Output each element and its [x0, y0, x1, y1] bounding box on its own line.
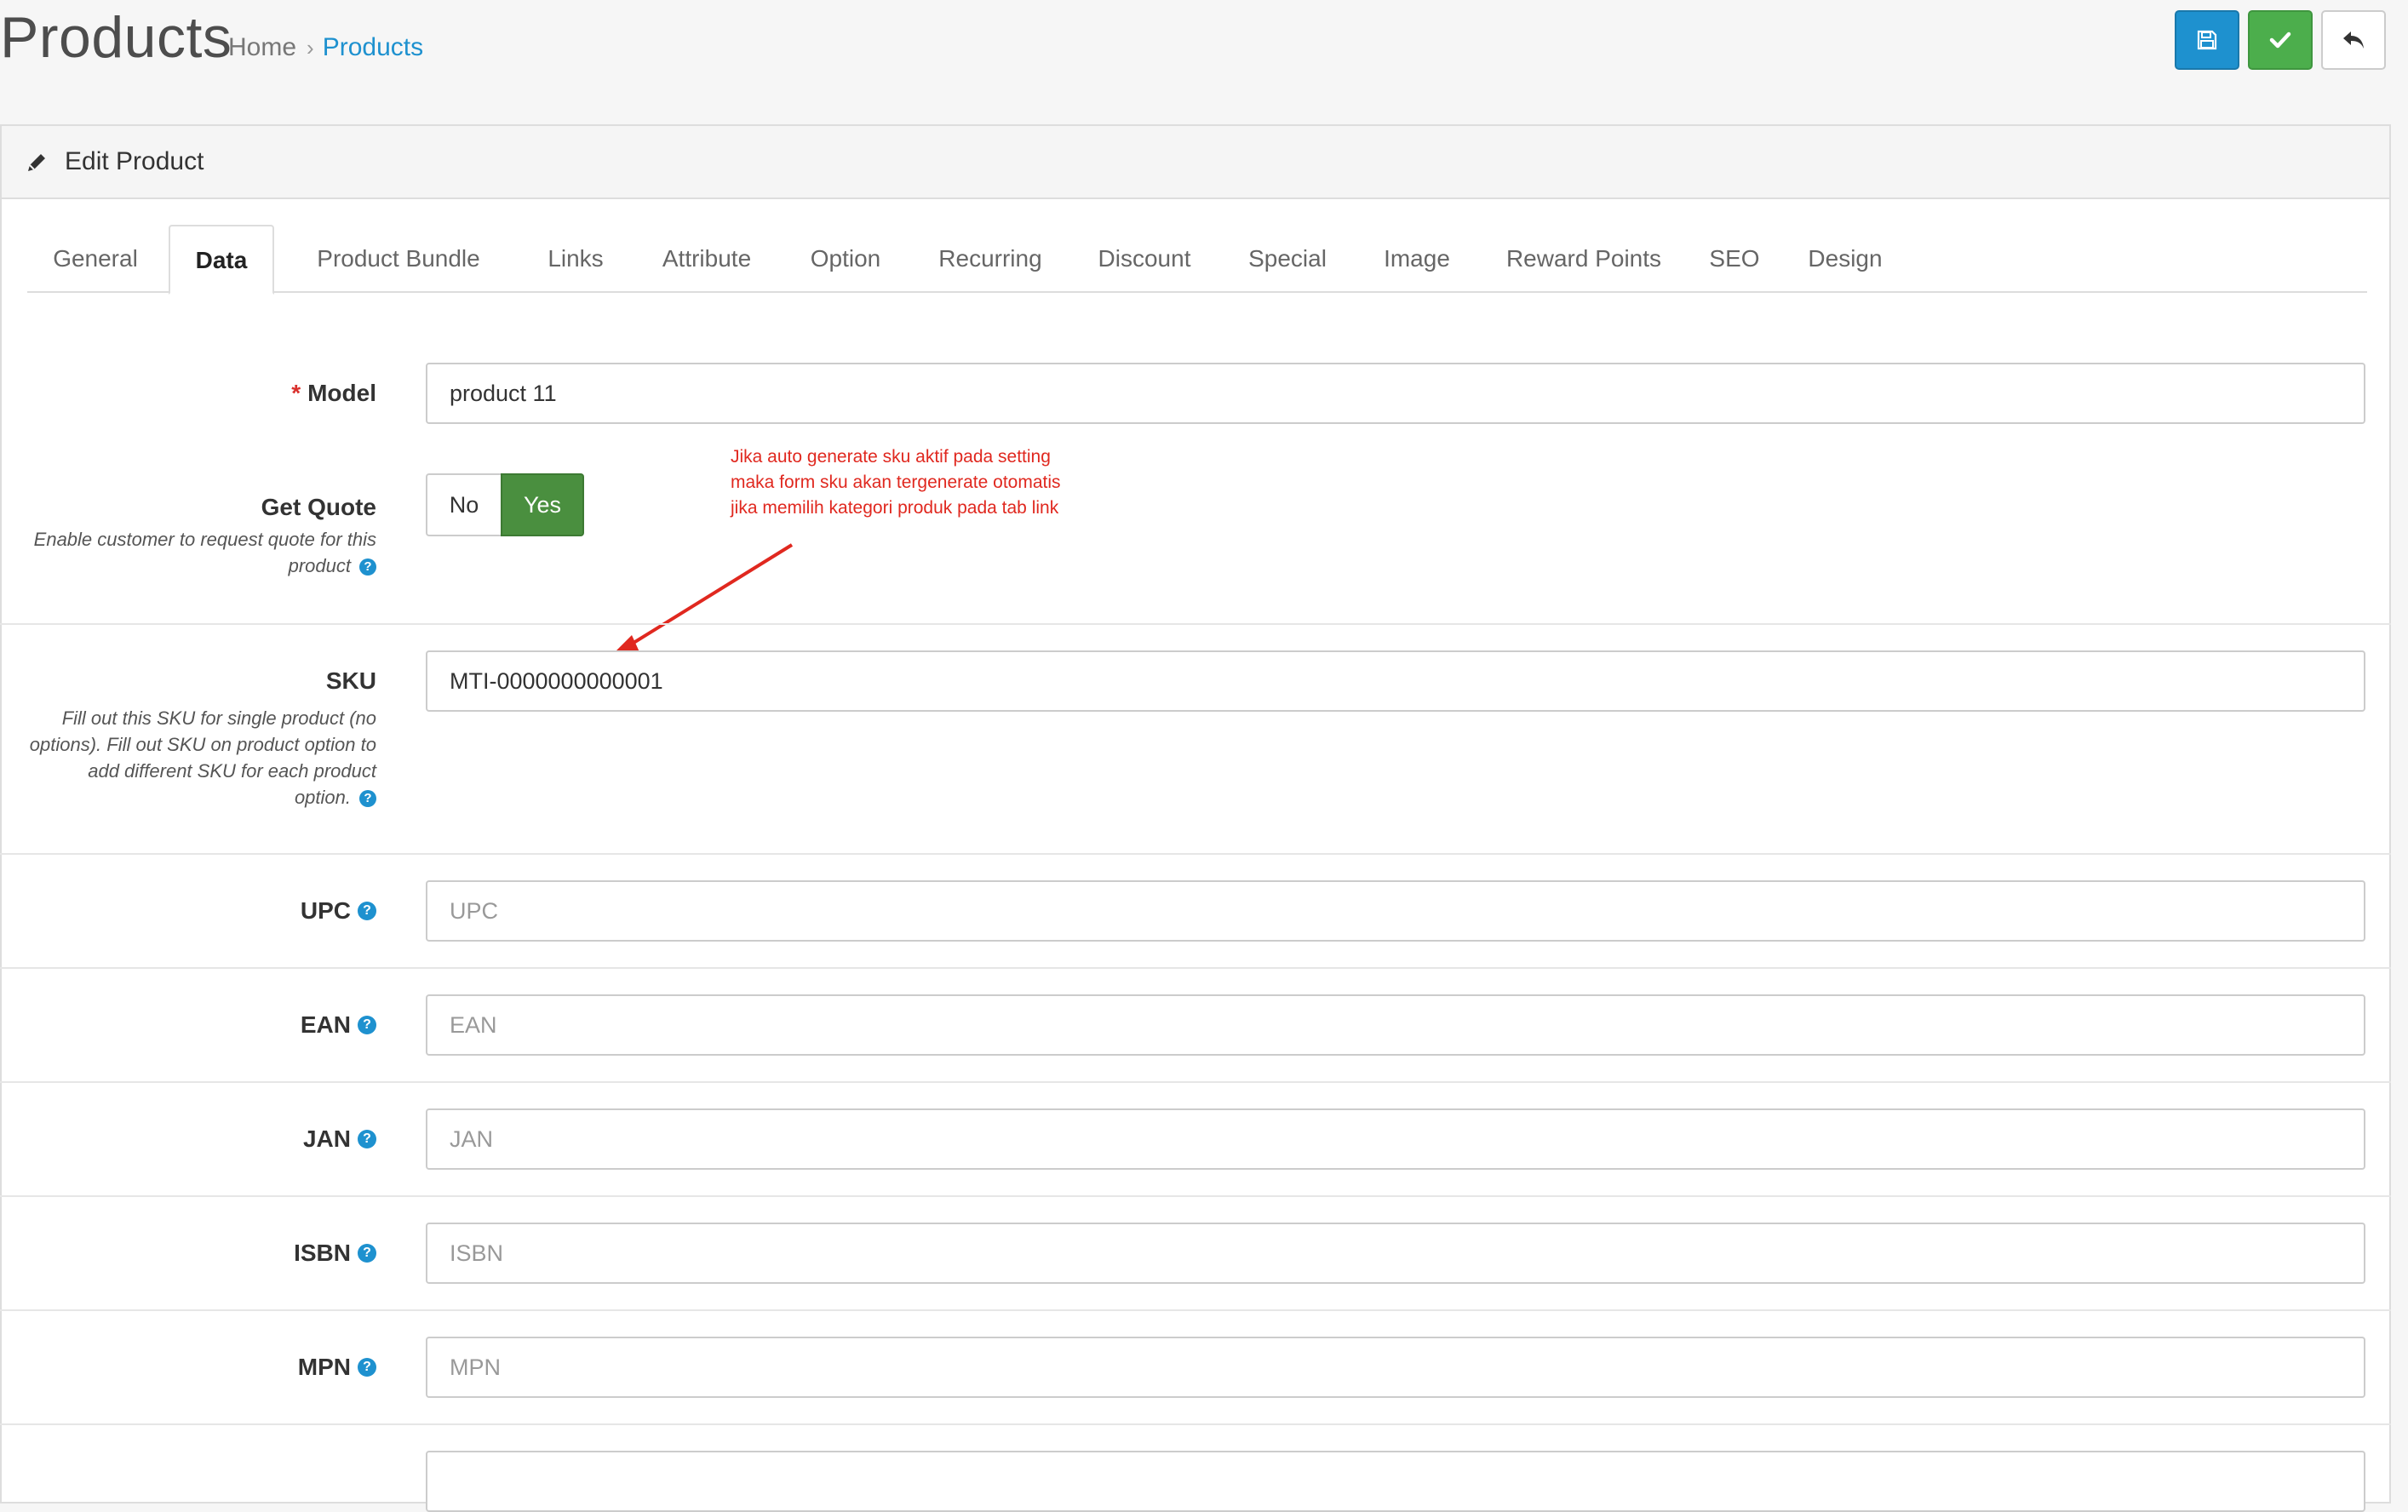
page-title: Products: [0, 5, 232, 70]
help-line: options). Fill out SKU on product option…: [29, 734, 376, 755]
question-circle-icon[interactable]: ?: [358, 1015, 376, 1034]
upc-input[interactable]: [426, 880, 2365, 942]
get-quote-no-button[interactable]: No: [426, 473, 501, 536]
tab-general[interactable]: General: [27, 225, 163, 293]
tab-bar: General Data Product Bundle Links Attrib…: [27, 225, 2367, 295]
tab-seo[interactable]: SEO: [1688, 225, 1781, 293]
panel-title: Edit Product: [65, 147, 204, 175]
tab-option[interactable]: Option: [782, 225, 909, 293]
pencil-icon: [28, 154, 45, 171]
jan-label-text: JAN: [302, 1125, 351, 1152]
sku-label: SKU: [325, 667, 376, 694]
row-divider: [0, 623, 2391, 625]
get-quote-yes-button[interactable]: Yes: [501, 473, 584, 536]
get-quote-help: Enable customer to request quote for thi…: [34, 526, 376, 579]
question-circle-icon[interactable]: ?: [359, 790, 376, 808]
reply-icon: [2343, 32, 2364, 49]
row-divider: [0, 1081, 2391, 1083]
annotation-line: maka form sku akan tergenerate otomatis: [731, 472, 1061, 492]
row-divider: [0, 1423, 2391, 1425]
mpn-input[interactable]: [426, 1337, 2365, 1398]
required-marker: *: [291, 380, 301, 406]
breadcrumb-separator: ›: [307, 35, 314, 60]
model-input[interactable]: [426, 363, 2365, 424]
edit-product-panel: Edit Product General Data Product Bundle…: [0, 124, 2391, 1503]
back-button[interactable]: [2321, 10, 2386, 70]
tab-recurring[interactable]: Recurring: [913, 225, 1068, 293]
ean-label-text: EAN: [300, 1011, 351, 1038]
tab-data[interactable]: Data: [169, 225, 274, 295]
isbn-input[interactable]: [426, 1223, 2365, 1284]
tab-links[interactable]: Links: [521, 225, 630, 293]
breadcrumb-home-link[interactable]: Home: [228, 31, 296, 65]
question-circle-icon[interactable]: ?: [358, 1129, 376, 1148]
breadcrumb-products-link[interactable]: Products: [323, 31, 423, 65]
tab-design[interactable]: Design: [1783, 225, 1907, 293]
help-line: product: [288, 555, 351, 576]
help-line: Enable customer to request quote for thi…: [33, 529, 376, 550]
jan-input[interactable]: [426, 1108, 2365, 1170]
row-divider: [0, 1309, 2391, 1311]
model-label: * Model: [291, 378, 376, 409]
mpn-label-text: MPN: [297, 1354, 351, 1380]
save-button[interactable]: [2175, 10, 2239, 70]
upc-label-text: UPC: [300, 897, 351, 924]
breadcrumb: Home › Products: [228, 31, 423, 65]
row-divider: [0, 1195, 2391, 1197]
question-circle-icon[interactable]: ?: [358, 1357, 376, 1377]
tab-product-bundle[interactable]: Product Bundle: [283, 225, 514, 293]
tab-reward-points[interactable]: Reward Points: [1482, 225, 1686, 293]
mpn-label: MPN?: [298, 1352, 376, 1383]
annotation-line: Jika auto generate sku aktif pada settin…: [731, 447, 1051, 467]
tab-discount[interactable]: Discount: [1071, 225, 1218, 293]
ean-input[interactable]: [426, 994, 2365, 1056]
isbn-label: ISBN?: [294, 1238, 376, 1269]
get-quote-toggle[interactable]: No Yes: [426, 473, 584, 536]
sku-input[interactable]: [426, 650, 2365, 712]
get-quote-label: Get Quote: [261, 494, 376, 520]
panel-heading: Edit Product: [2, 126, 2389, 199]
question-circle-icon[interactable]: ?: [358, 901, 376, 920]
floppy-disk-icon: [2197, 30, 2217, 50]
next-field-input[interactable]: [426, 1451, 2365, 1512]
row-divider: [0, 853, 2391, 855]
tab-attribute[interactable]: Attribute: [635, 225, 778, 293]
save-and-close-button[interactable]: [2248, 10, 2313, 70]
help-line: Fill out this SKU for single product (no: [61, 707, 376, 729]
model-label-text: Model: [307, 380, 376, 406]
ean-label: EAN?: [301, 1010, 376, 1040]
tab-special[interactable]: Special: [1221, 225, 1354, 293]
annotation-note: Jika auto generate sku aktif pada settin…: [731, 444, 1061, 521]
tab-image[interactable]: Image: [1356, 225, 1478, 293]
question-circle-icon[interactable]: ?: [359, 558, 376, 576]
sku-help: Fill out this SKU for single product (no…: [30, 705, 376, 810]
isbn-label-text: ISBN: [294, 1240, 351, 1266]
jan-label: JAN?: [303, 1124, 376, 1154]
check-icon: [2269, 32, 2291, 49]
help-line: option.: [294, 787, 351, 808]
annotation-line: jika memilih kategori produk pada tab li…: [731, 498, 1059, 518]
help-line: add different SKU for each product: [88, 760, 376, 782]
upc-label: UPC?: [301, 896, 376, 926]
question-circle-icon[interactable]: ?: [358, 1243, 376, 1263]
row-divider: [0, 967, 2391, 969]
